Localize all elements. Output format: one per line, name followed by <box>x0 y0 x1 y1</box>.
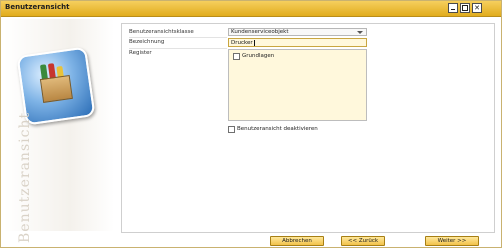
close-icon[interactable]: ✕ <box>472 3 482 13</box>
row-separator <box>129 48 227 49</box>
deactivate-checkbox[interactable] <box>228 126 235 133</box>
class-combobox-value: Kundenserviceobjekt <box>231 29 289 35</box>
next-button-label: Weiter >> <box>437 238 467 244</box>
class-combobox[interactable]: Kundenserviceobjekt <box>228 28 367 36</box>
class-label: Benutzeransichtsklasse <box>129 29 194 35</box>
chevron-down-icon[interactable] <box>357 31 363 34</box>
form-panel: Benutzeransichtsklasse Kundenserviceobje… <box>121 23 495 233</box>
row-separator <box>129 37 227 38</box>
wizard-window: Benutzeransicht ✕ Benutzeransicht Benutz… <box>0 0 502 248</box>
cancel-button-label: Abbrechen <box>282 238 312 244</box>
text-caret <box>253 39 255 46</box>
back-button[interactable]: << Zurück <box>341 236 385 246</box>
deactivate-label: Benutzeransicht deaktivieren <box>237 126 318 132</box>
register-item-checkbox[interactable] <box>233 53 240 60</box>
register-label: Register <box>129 50 152 56</box>
maximize-icon[interactable] <box>460 3 470 13</box>
name-input-value: Drucker <box>231 40 253 46</box>
name-label: Bezeichnung <box>129 39 165 45</box>
back-button-label: << Zurück <box>347 238 379 244</box>
title-bar: Benutzeransicht ✕ <box>1 1 501 17</box>
cancel-button[interactable]: Abbrechen <box>270 236 324 246</box>
name-input[interactable]: Drucker <box>228 38 367 47</box>
window-title: Benutzeransicht <box>5 3 70 11</box>
minimize-icon[interactable] <box>448 3 458 13</box>
side-vertical-title: Benutzeransicht <box>17 111 33 243</box>
register-item-label: Grundlagen <box>242 53 275 59</box>
register-listbox[interactable]: Grundlagen <box>228 49 367 121</box>
wizard-side-panel: Benutzeransicht <box>4 19 114 243</box>
next-button[interactable]: Weiter >> <box>425 236 479 246</box>
